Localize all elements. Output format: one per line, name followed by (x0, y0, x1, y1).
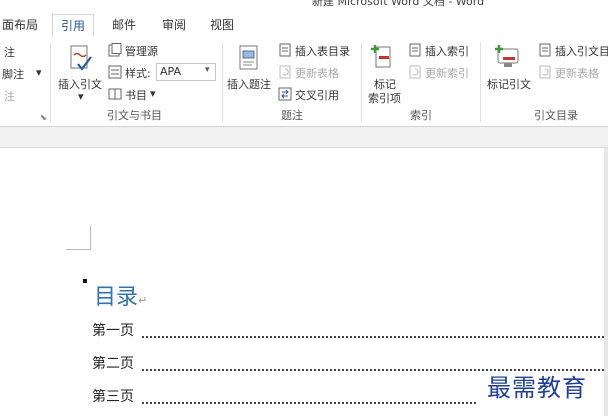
update-table-button[interactable]: 更新表格 (295, 65, 339, 81)
toc-entry-2[interactable]: 第二页 (92, 353, 134, 373)
bibliography-button[interactable]: 书目 (125, 87, 147, 103)
style-select[interactable]: APA ▾ (156, 63, 216, 81)
insert-citation-icon[interactable] (68, 44, 94, 74)
update-index-icon (409, 65, 421, 79)
footnote-partial-3[interactable]: 注 (4, 88, 15, 104)
dialog-launcher-icon[interactable]: ⬊ (40, 113, 47, 122)
insert-caption-icon[interactable] (238, 44, 260, 72)
chevron-down-icon[interactable]: ▾ (78, 90, 84, 103)
toc-entry-3[interactable]: 第三页 (92, 386, 134, 406)
bibliography-icon (108, 88, 122, 100)
footnote-partial-1[interactable]: 注 (4, 44, 15, 60)
toc-title[interactable]: 目录↵ (94, 279, 147, 311)
cross-reference-button[interactable]: 交叉引用 (295, 87, 339, 103)
insert-table-of-figures-button[interactable]: 插入表目录 (295, 43, 350, 59)
manage-sources-button[interactable]: 管理源 (125, 43, 158, 59)
insert-index-icon (409, 43, 421, 57)
footnote-partial-2[interactable]: 脚注 (2, 66, 24, 82)
group-separator (480, 42, 481, 122)
mark-citation-icon[interactable] (494, 43, 522, 71)
paragraph-mark-icon: ↵ (138, 294, 148, 307)
tab-review[interactable]: 审阅 (162, 16, 186, 33)
tab-references[interactable]: 引用 (52, 14, 95, 37)
style-select-value: APA (160, 65, 181, 78)
tab-page-layout[interactable]: 面布局 (2, 16, 38, 33)
chevron-down-icon: ▾ (205, 65, 210, 75)
style-icon (108, 65, 122, 79)
captions-group-label: 题注 (281, 109, 303, 122)
crop-mark (90, 226, 91, 250)
toc-entry-1[interactable]: 第一页 (92, 320, 134, 340)
group-separator (50, 42, 51, 122)
index-group-label: 索引 (410, 109, 432, 122)
paragraph-mark (83, 279, 87, 283)
update-toa-button[interactable]: 更新表格 (555, 65, 599, 81)
document-gutter (0, 127, 608, 148)
title-bar: 新建 Microsoft Word 文档 - Word (0, 0, 608, 12)
chevron-down-icon[interactable]: ▾ (150, 87, 156, 100)
cross-reference-icon (278, 87, 292, 101)
crop-mark (66, 249, 90, 250)
tab-view[interactable]: 视图 (210, 16, 234, 33)
citations-group-label: 引文与书目 (107, 109, 162, 122)
window-title: 新建 Microsoft Word 文档 - Word (312, 0, 485, 8)
insert-index-button[interactable]: 插入索引 (425, 43, 469, 59)
ribbon-tabs: 面布局 引用 邮件 审阅 视图 (0, 12, 608, 39)
toc-leader (142, 400, 476, 404)
group-separator (361, 42, 362, 122)
ribbon: 注 脚注 ▾ 注 ⬊ 插入引文 ▾ 管理源 样式: APA ▾ 书目 ▾ 引文与… (0, 38, 608, 127)
mark-citation-button[interactable]: 标记引文 (487, 76, 531, 92)
update-table-icon (279, 65, 291, 79)
update-toa-icon (539, 65, 551, 79)
manage-sources-icon (108, 43, 122, 57)
style-label: 样式: (125, 67, 151, 80)
tab-mailings[interactable]: 邮件 (112, 16, 136, 33)
group-separator (222, 42, 223, 122)
watermark-logo: 最需教育 (487, 374, 587, 402)
mark-entry-button-line2[interactable]: 索引项 (368, 90, 401, 106)
chevron-down-icon[interactable]: ▾ (36, 66, 42, 79)
insert-toa-icon (539, 43, 551, 57)
toc-title-text: 目录 (94, 285, 139, 310)
table-of-figures-icon (279, 43, 291, 57)
toc-leader (142, 334, 604, 338)
mark-entry-icon[interactable] (370, 43, 396, 71)
insert-toa-button[interactable]: 插入引文目 (555, 43, 608, 59)
update-index-button[interactable]: 更新索引 (425, 65, 469, 81)
insert-caption-button[interactable]: 插入题注 (227, 76, 271, 92)
toa-group-label: 引文目录 (534, 109, 578, 122)
